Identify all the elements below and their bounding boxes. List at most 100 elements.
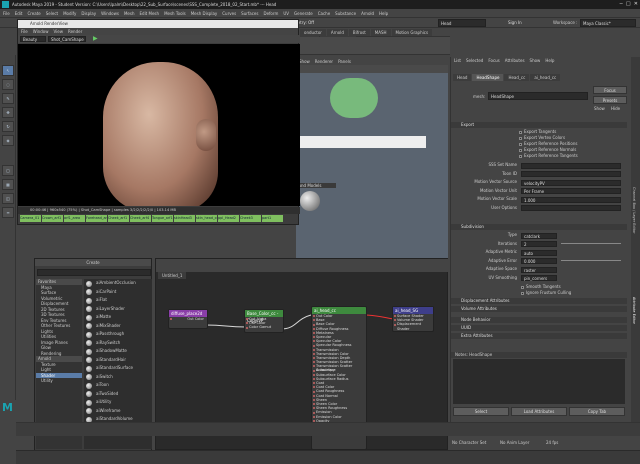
sign-in-button[interactable]: Sign In: [508, 20, 522, 25]
node-plug[interactable]: Color Gamut: [245, 325, 283, 329]
color-correct-node[interactable]: Base_Color_cc - Copy/vP Out Alpha Out Col…: [244, 309, 284, 333]
shader-item-aistandardhair[interactable]: aiStandardHair: [84, 356, 152, 365]
notes-textarea[interactable]: [453, 359, 625, 404]
menu-surfaces[interactable]: Surfaces: [241, 9, 258, 17]
viewport-panel[interactable]: Show Renderer Panels ound Models: [296, 58, 448, 258]
shelf-tab-motion-graphics[interactable]: Motion Graphics: [391, 29, 433, 36]
shader-item-aiwireframe[interactable]: aiWireframe: [84, 407, 152, 416]
snapshot-button[interactable]: ppl_Head2: [218, 215, 239, 222]
ae-tab-headshape[interactable]: HeadShape: [472, 74, 504, 81]
menu-cache[interactable]: Cache: [318, 9, 330, 17]
export-section-header[interactable]: Export: [451, 122, 627, 128]
workspace-select[interactable]: Maya Classic*: [580, 19, 636, 27]
select-tool-icon[interactable]: ↖: [2, 65, 14, 76]
subdiv-field[interactable]: 0.000: [521, 258, 557, 264]
checkbox[interactable]: [519, 136, 522, 140]
scale-tool-icon[interactable]: ◈: [2, 135, 14, 146]
menu-windows[interactable]: Windows: [101, 9, 119, 17]
subdiv-field[interactable]: catclark: [521, 232, 557, 239]
ae-menu-help[interactable]: Help: [545, 57, 554, 65]
subdiv-field[interactable]: auto: [521, 249, 557, 256]
ae-menu-selected[interactable]: Selected: [466, 57, 483, 65]
file-node[interactable]: diffuse_place2d Out Color: [168, 309, 208, 329]
create-search-input[interactable]: [37, 269, 151, 276]
shader-item-aimixshader[interactable]: aiMixShader: [84, 322, 152, 331]
subdiv-field[interactable]: raster: [521, 266, 557, 273]
rv-menu-render[interactable]: Render: [68, 28, 82, 35]
vp-menu-renderer[interactable]: Renderer: [315, 58, 333, 65]
shelf-tab-onductor[interactable]: onductor: [300, 29, 326, 36]
attr-field[interactable]: [521, 162, 621, 169]
checkbox[interactable]: [519, 130, 522, 134]
shader-item-ailayershader[interactable]: aiLayerShader: [84, 305, 152, 314]
subdiv-field[interactable]: 2: [521, 241, 557, 247]
ae-tab-ai-head-cc[interactable]: ai_head_cc: [530, 74, 561, 81]
fps-select[interactable]: 24 fps: [546, 440, 558, 445]
paint-select-icon[interactable]: ✎: [2, 93, 14, 104]
menu-uv[interactable]: UV: [283, 9, 289, 17]
export-check-row[interactable]: Export Reference Tangents: [451, 153, 627, 159]
snapshot-button[interactable]: Camera_01: [20, 215, 41, 222]
command-line[interactable]: [16, 450, 640, 464]
section-header-extra-attributes[interactable]: Extra Attributes: [451, 333, 627, 339]
menu-curves[interactable]: Curves: [222, 9, 236, 17]
menu-generate[interactable]: Generate: [294, 9, 313, 17]
mesh-name-field[interactable]: HeadShape: [488, 92, 588, 100]
shader-item-aicarpaint[interactable]: aiCarPaint: [84, 288, 152, 297]
snapshot-button[interactable]: Forehead_arf1: [86, 215, 107, 222]
menu-substance[interactable]: Substance: [335, 9, 356, 17]
menu-select[interactable]: Select: [46, 9, 58, 17]
shader-item-aiutility[interactable]: aiUtility: [84, 398, 152, 407]
snapshot-button[interactable]: Cheek_arf4: [130, 215, 151, 222]
ae-button-copy-tab[interactable]: Copy Tab: [569, 407, 625, 416]
checkbox[interactable]: [519, 148, 522, 152]
shelf-tab-mash[interactable]: MASH: [370, 29, 391, 36]
side-tab-channel-box[interactable]: Channel Box / Layer Editor: [632, 187, 636, 234]
ae-menu-list[interactable]: List: [454, 57, 461, 65]
snapshot-button[interactable]: skin_head_cc: [196, 215, 217, 222]
subdivision-section-header[interactable]: Subdivision: [451, 224, 627, 230]
snapshot-button[interactable]: arf1_area: [64, 215, 85, 222]
ae-menu-focus[interactable]: Focus: [488, 57, 499, 65]
hide-button[interactable]: Hide: [611, 106, 620, 111]
ae-menu-attributes[interactable]: Attributes: [505, 57, 525, 65]
attr-field[interactable]: [521, 171, 621, 177]
shader-item-aiswitch[interactable]: aiSwitch: [84, 373, 152, 382]
shading-group-node[interactable]: ai_head_SG Surface Shader Volume Shader Di…: [392, 306, 434, 332]
ae-tab-head-cc[interactable]: Head_cc: [504, 74, 530, 81]
shader-item-airayswitch[interactable]: aiRaySwitch: [84, 339, 152, 348]
layout-single-icon[interactable]: ▢: [2, 165, 14, 176]
shader-item-aiambientocclusion[interactable]: aiAmbientOcclusion: [84, 279, 152, 288]
rv-menu-file[interactable]: File: [21, 28, 28, 35]
checkbox[interactable]: [521, 291, 524, 295]
aov-select[interactable]: Beauty: [20, 36, 46, 42]
character-set-select[interactable]: No Character Set: [452, 440, 486, 445]
ae-tab-head[interactable]: Head: [453, 74, 472, 81]
vp-menu-show[interactable]: Show: [299, 58, 310, 65]
snapshot-button[interactable]: skinHead3: [174, 215, 195, 222]
show-button[interactable]: Show: [594, 106, 605, 111]
anim-layer-select[interactable]: No Anim Layer: [500, 440, 529, 445]
menu-file[interactable]: File: [3, 9, 10, 17]
shader-item-aipassthrough[interactable]: aiPassthrough: [84, 330, 152, 339]
render-button-icon[interactable]: ▶: [93, 35, 98, 42]
menu-display[interactable]: Display: [81, 9, 96, 17]
subdiv-check-row[interactable]: Ignore Frustum Culling: [451, 290, 627, 296]
checkbox[interactable]: [519, 154, 522, 158]
menu-deform[interactable]: Deform: [263, 9, 278, 17]
maximize-button[interactable]: □: [626, 1, 631, 7]
ae-menu-show[interactable]: Show: [530, 57, 541, 65]
rotate-tool-icon[interactable]: ↻: [2, 121, 14, 132]
shader-item-aiflat[interactable]: aiFlat: [84, 296, 152, 305]
menu-edit-mesh[interactable]: Edit Mesh: [140, 9, 160, 17]
shelf-tab-bifrost[interactable]: Bifrost: [348, 29, 370, 36]
shelf-tab-arnold[interactable]: Arnold: [326, 29, 348, 36]
checkbox[interactable]: [521, 285, 524, 289]
focus-button[interactable]: Focus: [593, 86, 627, 94]
menu-mesh-display[interactable]: Mesh Display: [191, 9, 218, 17]
menu-edit[interactable]: Edit: [15, 9, 23, 17]
snapshot-button[interactable]: Tongue_arf1: [152, 215, 173, 222]
attr-field[interactable]: [521, 205, 621, 211]
shader-item-aishadowmatte[interactable]: aiShadowMatte: [84, 347, 152, 356]
slider-track[interactable]: [561, 243, 621, 244]
